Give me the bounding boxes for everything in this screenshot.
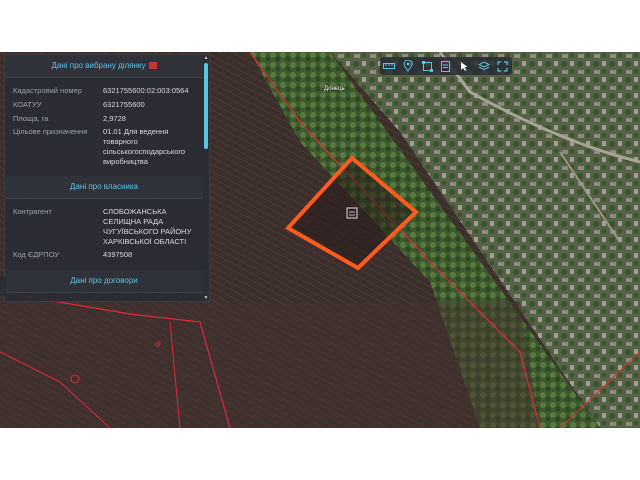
info-value: 6321755600 (103, 99, 145, 109)
map-toolbar (380, 57, 512, 75)
info-value: 2,9728 (103, 113, 126, 123)
info-value: СЛОБОЖАНСЬКА СЕЛИЩНА РАДА ЧУГУЇВСЬКОГО Р… (103, 207, 192, 246)
info-value: 01.01 Для ведення товарного сільськогосп… (103, 127, 186, 166)
info-row-edrpou: Код ЄДРПОУ 4397508 (5, 248, 203, 262)
document-icon[interactable] (440, 60, 452, 72)
scrollbar-thumb[interactable] (204, 63, 208, 149)
ruler-icon[interactable] (383, 60, 396, 72)
info-row-counterparty: Контрагент СЛОБОЖАНСЬКА СЕЛИЩНА РАДА ЧУГ… (5, 205, 203, 248)
info-key: Кадастровий номер (13, 86, 82, 95)
info-key: Цільове призначення (13, 127, 88, 137)
info-value: 6321755600:02:003:0564 (103, 86, 189, 95)
place-label: Донець (324, 86, 345, 92)
info-key: Контрагент (13, 207, 52, 217)
contracts-section-header[interactable]: Дані про договори (5, 270, 203, 293)
info-key: Площа, га (13, 113, 49, 123)
info-value: 4397508 (103, 250, 133, 260)
panel-collapse-handle[interactable] (0, 276, 6, 296)
panel-scrollbar[interactable]: ▲ ▼ (203, 55, 209, 301)
parcel-section-header[interactable]: Дані про вибрану ділянку (5, 55, 203, 78)
info-row-purpose: Цільове призначення 01.01 Для ведення то… (5, 125, 203, 168)
flag-icon (148, 62, 157, 70)
pointer-icon[interactable] (459, 60, 471, 72)
info-row-cadastral-number: Кадастровий номер 6321755600:02:003:0564 (5, 84, 203, 98)
parcel-section-title: Дані про вибрану ділянку (51, 61, 146, 70)
owner-section-title: Дані про власника (70, 182, 138, 192)
info-panel: Дані про вибрану ділянку Кадастровий ном… (4, 54, 210, 302)
contracts-section-title: Дані про договори (70, 276, 138, 285)
info-key: КОАТУУ (13, 99, 42, 109)
scroll-up-icon[interactable]: ▲ (203, 55, 209, 61)
scroll-down-icon[interactable]: ▼ (203, 295, 209, 301)
layers-icon[interactable] (477, 60, 490, 72)
location-pin-icon[interactable] (402, 60, 414, 72)
info-row-koatuu: КОАТУУ 6321755600 (5, 98, 203, 112)
info-row-area: Площа, га 2,9728 (5, 112, 203, 126)
selection-frame-icon[interactable] (421, 60, 433, 72)
fullscreen-icon[interactable] (496, 60, 508, 72)
owner-section-header[interactable]: Дані про власника (5, 176, 203, 200)
info-key: Код ЄДРПОУ (13, 250, 60, 260)
